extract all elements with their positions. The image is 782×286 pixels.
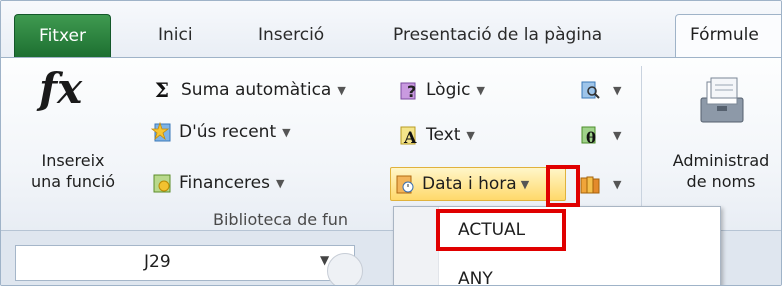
chevron-down-icon: ▼ bbox=[613, 83, 622, 97]
excel-window: Fitxer Inici Inserció Presentació de la … bbox=[0, 0, 782, 286]
financial-button[interactable]: Financeres ▼ bbox=[151, 169, 284, 197]
theta-book-icon: θ bbox=[581, 126, 596, 146]
recently-used-label: D'ús recent bbox=[179, 122, 277, 142]
name-box[interactable]: J29 ▼ bbox=[15, 245, 355, 281]
star-book-icon bbox=[151, 121, 171, 142]
chevron-down-icon: ▼ bbox=[466, 128, 475, 142]
tab-formulas[interactable]: Fórmule bbox=[675, 14, 781, 58]
svg-text:A: A bbox=[403, 128, 417, 146]
calendar-clock-icon bbox=[396, 175, 414, 194]
ribbon-formulas: fx Insereix una funció Σ Suma automàtica… bbox=[1, 57, 781, 231]
chevron-down-icon: ▼ bbox=[337, 83, 346, 97]
text-label: Text bbox=[426, 125, 461, 145]
function-fx-icon: fx bbox=[39, 64, 83, 113]
autosum-button[interactable]: Σ Suma automàtica ▼ bbox=[151, 76, 346, 104]
menu-item-any[interactable]: ANY bbox=[458, 269, 493, 285]
tab-file[interactable]: Fitxer bbox=[14, 14, 111, 57]
financial-label: Financeres bbox=[179, 173, 270, 193]
books-icon bbox=[580, 176, 600, 194]
tab-page-layout[interactable]: Presentació de la pàgina bbox=[393, 25, 602, 45]
date-time-button[interactable]: Data i hora ▼ bbox=[394, 170, 529, 198]
svg-text:?: ? bbox=[407, 82, 416, 101]
more-functions-button[interactable]: ▼ bbox=[579, 170, 621, 198]
card-file-icon bbox=[700, 77, 744, 123]
name-manager-label-1: Administrad bbox=[672, 151, 770, 170]
lookup-reference-button[interactable]: ▼ bbox=[579, 76, 621, 104]
date-time-label: Data i hora bbox=[422, 174, 517, 194]
tab-insert[interactable]: Inserció bbox=[258, 25, 324, 45]
recently-used-button[interactable]: D'ús recent ▼ bbox=[151, 118, 291, 146]
chevron-down-icon: ▼ bbox=[613, 177, 622, 191]
name-manager-label-2: de noms bbox=[686, 172, 756, 191]
chevron-down-icon: ▼ bbox=[613, 128, 622, 142]
chevron-down-icon[interactable]: ▼ bbox=[521, 178, 529, 191]
insert-function-label-2: una funció bbox=[30, 172, 116, 191]
math-trig-button[interactable]: θ ▼ bbox=[579, 121, 621, 149]
svg-text:θ: θ bbox=[586, 129, 596, 146]
sigma-icon: Σ bbox=[154, 78, 170, 102]
logical-label: Lògic bbox=[426, 80, 471, 100]
group-label-text: Biblioteca de fun bbox=[213, 210, 349, 229]
insert-function-label-1: Insereix bbox=[41, 151, 105, 170]
actual-item-highlight bbox=[436, 209, 566, 251]
financial-book-icon bbox=[153, 174, 171, 193]
insert-function-circle-icon[interactable] bbox=[327, 253, 363, 285]
chevron-down-icon: ▼ bbox=[476, 83, 485, 97]
dropdown-arrow-highlight bbox=[546, 165, 580, 207]
lookup-magnifier-icon bbox=[581, 81, 600, 99]
chevron-down-icon: ▼ bbox=[282, 125, 291, 139]
autosum-label: Suma automàtica bbox=[181, 80, 332, 100]
chevron-down-icon: ▼ bbox=[275, 176, 285, 190]
logical-book-icon: ? bbox=[400, 82, 416, 101]
tab-home[interactable]: Inici bbox=[158, 25, 193, 45]
text-button[interactable]: A Text ▼ bbox=[398, 121, 475, 149]
ribbon-tab-strip: Fitxer Inici Inserció Presentació de la … bbox=[1, 1, 781, 58]
name-box-value: J29 bbox=[144, 252, 171, 272]
menu-gutter bbox=[394, 207, 439, 285]
text-book-icon: A bbox=[400, 126, 417, 146]
logical-button[interactable]: ? Lògic ▼ bbox=[398, 76, 485, 104]
